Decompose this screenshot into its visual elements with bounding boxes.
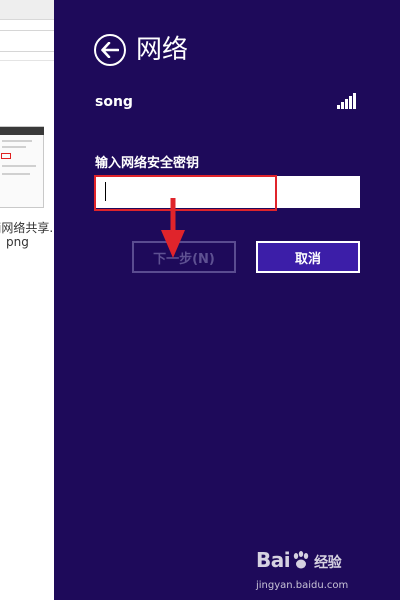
address-bar[interactable] <box>0 30 54 52</box>
thumbnail-line <box>2 165 36 167</box>
divider <box>0 60 54 61</box>
network-name: song <box>95 94 133 110</box>
file-name-line2[interactable]: png <box>6 235 54 249</box>
signal-bar <box>349 96 352 109</box>
arrow-left-circle-icon <box>101 42 119 58</box>
file-thumbnail[interactable] <box>0 126 44 208</box>
network-flyout: 网络 song 输入网络安全密钥 下一步(N) 取消 <box>54 0 400 600</box>
thumbnail-titlebar <box>0 127 44 135</box>
thumbnail-line <box>2 146 26 148</box>
back-button[interactable] <box>94 34 126 66</box>
security-key-label: 输入网络安全密钥 <box>95 156 200 171</box>
screen: j网络共享. png 网络 song 输入网络安全密钥 下一步(N) 取消 Ba… <box>0 0 400 600</box>
red-down-arrow-icon <box>161 198 185 258</box>
file-name-line1[interactable]: j网络共享. <box>0 219 53 236</box>
page-title: 网络 <box>136 35 189 65</box>
window-toolbar <box>0 0 54 20</box>
cancel-button[interactable]: 取消 <box>256 241 360 273</box>
signal-bar <box>353 93 356 109</box>
signal-bar <box>341 102 344 109</box>
thumbnail-line <box>2 173 30 175</box>
text-caret <box>105 182 106 201</box>
signal-bar <box>337 105 340 109</box>
background-file-window: j网络共享. png <box>0 0 54 600</box>
thumbnail-line <box>2 140 32 142</box>
security-key-input[interactable] <box>95 176 360 208</box>
flyout-header: 网络 <box>94 32 188 68</box>
wifi-signal-bars-icon <box>337 93 359 109</box>
thumbnail-highlight <box>1 153 11 159</box>
signal-bar <box>345 99 348 109</box>
